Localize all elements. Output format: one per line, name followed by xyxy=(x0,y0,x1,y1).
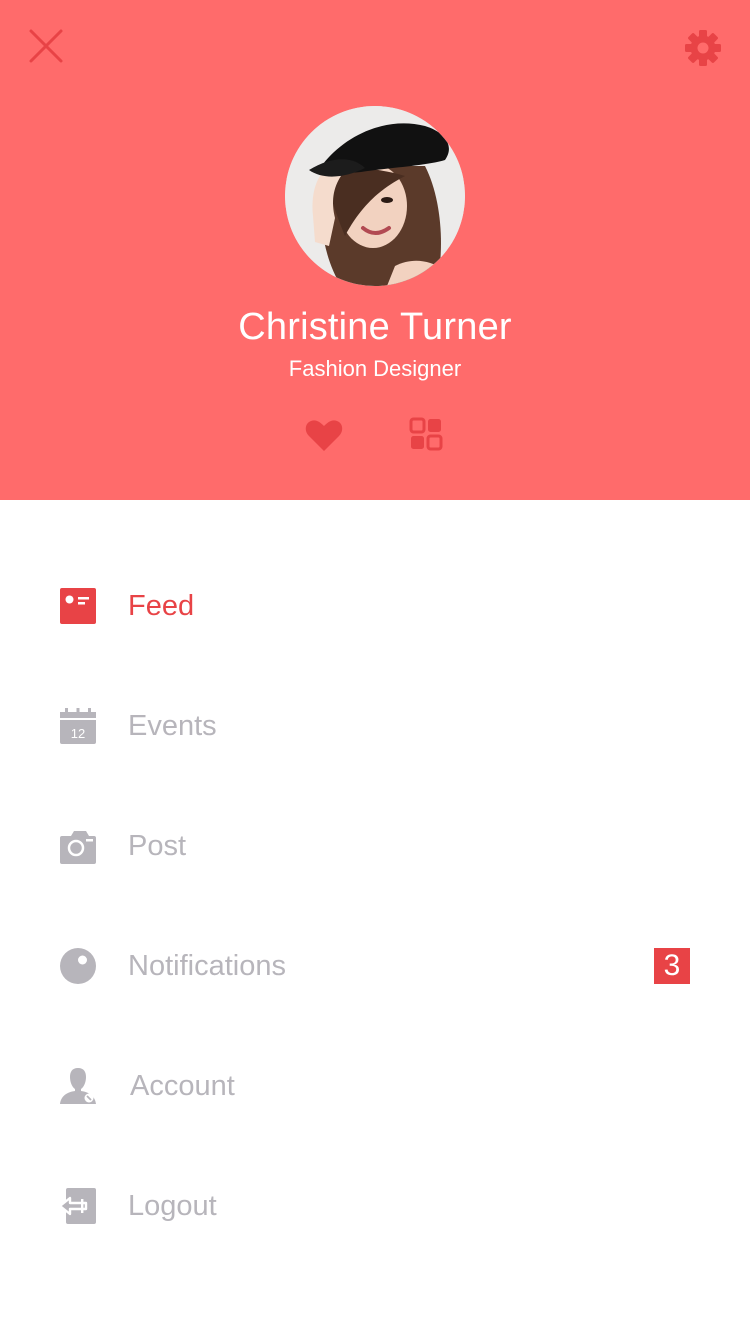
menu-label-feed: Feed xyxy=(128,590,195,622)
calendar-icon: 12 xyxy=(60,708,96,744)
menu-item-notifications[interactable]: Notifications 3 xyxy=(0,906,750,1026)
menu-item-account[interactable]: Account xyxy=(0,1026,750,1146)
menu-item-events[interactable]: 12 Events xyxy=(0,666,750,786)
like-button[interactable] xyxy=(302,413,346,457)
grid-icon xyxy=(409,417,443,451)
profile-name: Christine Turner xyxy=(238,306,512,348)
notification-badge: 3 xyxy=(654,948,690,984)
settings-button[interactable] xyxy=(683,28,723,68)
menu-item-feed[interactable]: Feed xyxy=(0,546,750,666)
close-button[interactable] xyxy=(26,26,66,66)
close-icon xyxy=(29,29,63,63)
notification-icon xyxy=(60,948,96,984)
menu-label-account: Account xyxy=(130,1070,235,1102)
menu-label-post: Post xyxy=(128,830,187,862)
menu-item-post[interactable]: Post xyxy=(0,786,750,906)
menu-label-events: Events xyxy=(128,710,217,742)
svg-text:12: 12 xyxy=(71,726,85,741)
profile-header: Christine Turner Fashion Designer xyxy=(0,0,750,500)
avatar[interactable] xyxy=(285,106,465,286)
menu-label-notifications: Notifications xyxy=(128,950,286,982)
avatar-photo xyxy=(285,106,465,286)
logout-icon xyxy=(60,1188,96,1224)
gear-icon xyxy=(685,30,721,66)
profile-role: Fashion Designer xyxy=(288,356,462,381)
heart-icon xyxy=(305,420,343,451)
menu-item-logout[interactable]: Logout xyxy=(0,1146,750,1266)
grid-view-button[interactable] xyxy=(404,412,448,456)
feed-icon xyxy=(60,588,96,624)
menu-label-logout: Logout xyxy=(128,1190,217,1222)
camera-icon xyxy=(60,828,96,864)
user-icon xyxy=(60,1068,96,1104)
